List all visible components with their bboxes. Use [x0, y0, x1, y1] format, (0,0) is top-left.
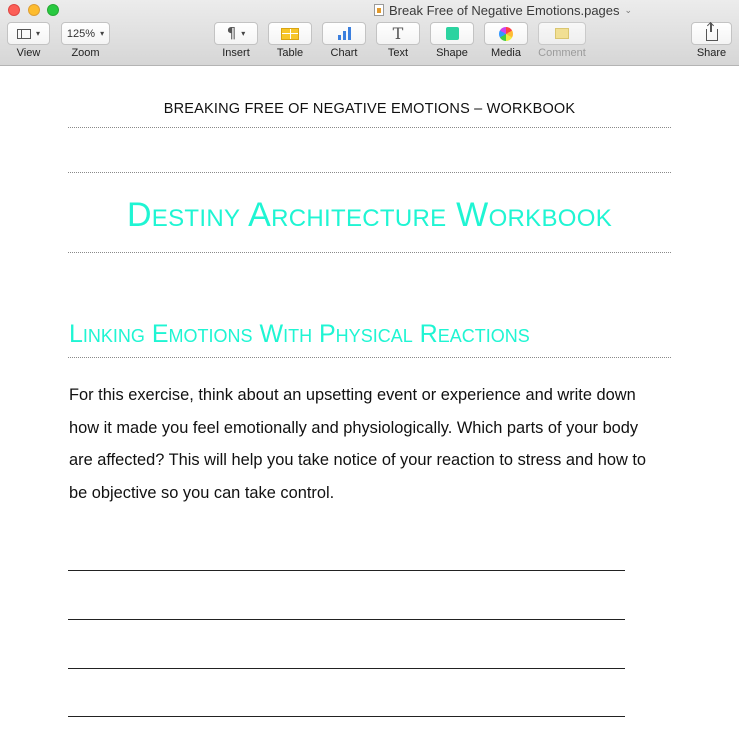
close-window-button[interactable] — [8, 4, 20, 16]
header-divider — [68, 127, 671, 128]
section-divider — [68, 357, 671, 358]
view-label: View — [16, 47, 41, 59]
comment-icon — [555, 28, 569, 39]
insert-button[interactable]: ¶ ▾ — [214, 22, 258, 45]
section-heading: Linking Emotions With Physical Reactions — [69, 320, 530, 348]
writing-line[interactable] — [68, 668, 625, 669]
exercise-instructions: For this exercise, think about an upsett… — [69, 386, 647, 502]
comment-label: Comment — [538, 47, 586, 59]
view-button[interactable]: ▾ — [7, 22, 50, 45]
pilcrow-icon: ¶ — [226, 24, 237, 42]
shape-label: Shape — [436, 47, 468, 59]
writing-line[interactable] — [68, 570, 625, 571]
chevron-down-icon: ▾ — [35, 29, 40, 38]
document-page[interactable]: BREAKING FREE OF NEGATIVE EMOTIONS – WOR… — [0, 66, 739, 737]
share-icon — [705, 23, 718, 41]
text-icon: T — [392, 23, 404, 43]
chevron-down-icon: ▾ — [241, 29, 246, 38]
window-title[interactable]: Break Free of Negative Emotions.pages ⌄ — [374, 1, 632, 19]
writing-line[interactable] — [68, 619, 625, 620]
sidebar-view-icon — [16, 28, 31, 39]
table-label: Table — [276, 47, 304, 59]
chart-label: Chart — [330, 47, 358, 59]
table-button[interactable] — [268, 22, 312, 45]
pages-document-icon — [374, 4, 384, 16]
chart-button[interactable] — [322, 22, 366, 45]
zoom-select[interactable]: 125% ▾ — [61, 22, 110, 45]
minimize-window-button[interactable] — [28, 4, 40, 16]
media-icon — [499, 26, 513, 41]
media-label: Media — [491, 47, 521, 59]
zoom-window-button[interactable] — [47, 4, 59, 16]
zoom-value: 125% — [66, 27, 96, 40]
writing-line[interactable] — [68, 716, 625, 717]
shape-button[interactable] — [430, 22, 474, 45]
text-label: Text — [387, 47, 409, 59]
document-title: Destiny Architecture Workbook — [126, 196, 613, 234]
media-button[interactable] — [484, 22, 528, 45]
chart-icon — [337, 27, 351, 40]
toolbar: Break Free of Negative Emotions.pages ⌄ … — [0, 0, 739, 66]
chevron-down-icon: ▾ — [100, 29, 105, 38]
table-icon — [281, 27, 299, 40]
share-button[interactable] — [691, 22, 732, 45]
insert-label: Insert — [222, 47, 250, 59]
zoom-label: Zoom — [71, 47, 100, 59]
shape-icon — [445, 27, 459, 40]
comment-button[interactable] — [538, 22, 586, 45]
share-label: Share — [696, 47, 727, 59]
page-header: BREAKING FREE OF NEGATIVE EMOTIONS – WOR… — [163, 101, 576, 117]
chevron-down-icon: ⌄ — [624, 4, 633, 15]
title-bottom-divider — [68, 252, 671, 253]
window-title-text: Break Free of Negative Emotions.pages — [389, 2, 620, 18]
text-button[interactable]: T — [376, 22, 420, 45]
title-top-divider — [68, 172, 671, 173]
